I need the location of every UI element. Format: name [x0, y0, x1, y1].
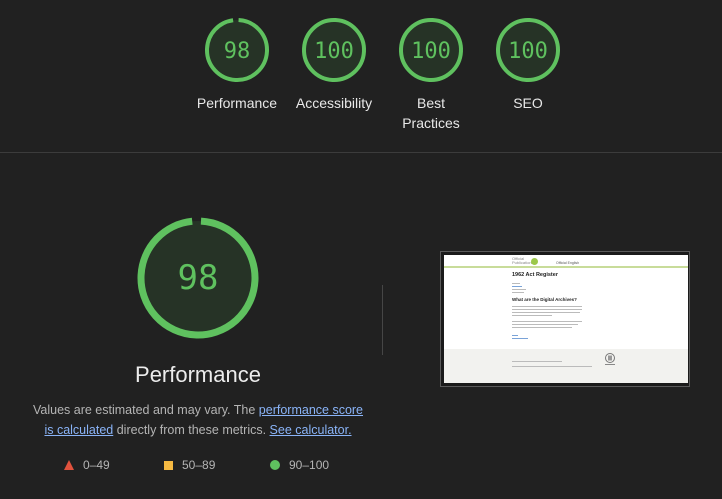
screenshot-text-line [512, 335, 518, 336]
screenshot-header-link: Official English [556, 261, 580, 265]
category-gauges: 98 Performance 100 Accessibility 100 Bes… [0, 0, 722, 152]
legend-range: 50–89 [182, 458, 216, 472]
gauge-score: 100 [508, 39, 548, 64]
gauge-ring: 100 [496, 17, 560, 82]
legend-item-average: 50–89 [164, 458, 215, 472]
gauge-seo[interactable]: 100 SEO [478, 17, 578, 113]
screenshot-logo-text: Official Publications [512, 256, 534, 265]
gauge-label: Best Practices [402, 95, 460, 131]
screenshot-logo-icon [531, 258, 538, 265]
final-screenshot[interactable]: Official Publications Official English 1… [444, 255, 688, 383]
screenshot-text-line [512, 312, 580, 313]
screenshot-text-line [512, 327, 572, 328]
green-circle-icon [270, 460, 280, 470]
gauge-performance[interactable]: 98 Performance [187, 17, 287, 113]
screenshot-text-line [512, 292, 524, 293]
performance-gauge-ring: 98 [137, 217, 259, 339]
gauge-best-practices[interactable]: 100 Best Practices [381, 17, 481, 133]
screenshot-text-line [512, 289, 526, 290]
gauge-label: Performance [196, 95, 278, 111]
score-legend: 0–49 50–89 90–100 [60, 458, 360, 474]
performance-title: Performance [135, 362, 261, 387]
screenshot-subheading: What are the Digital Archives? [512, 297, 577, 302]
screenshot-text-line [512, 309, 582, 310]
screenshot-footer-line [512, 361, 562, 362]
screenshot-footer-line [512, 366, 592, 367]
description-text: directly from these metrics. [113, 423, 270, 437]
gauge-score: 100 [411, 39, 451, 64]
legend-item-fail: 0–49 [64, 458, 110, 472]
screenshot-text-line [512, 324, 578, 325]
gauge-ring: 100 [302, 17, 366, 82]
orange-square-icon [164, 460, 173, 470]
screenshot-footer [444, 349, 688, 383]
legend-item-pass: 90–100 [270, 458, 329, 472]
gauge-score: 100 [314, 39, 354, 64]
legend-range: 90–100 [289, 458, 330, 472]
description-text: Values are estimated and may vary. The [32, 403, 259, 417]
vertical-divider [382, 285, 383, 355]
section-divider [0, 152, 722, 153]
red-triangle-icon [64, 460, 74, 470]
gauge-ring: 100 [399, 17, 463, 82]
screenshot-heading: 1962 Act Register [512, 272, 558, 278]
screenshot-text-line [512, 321, 582, 322]
gauge-accessibility[interactable]: 100 Accessibility [284, 17, 384, 113]
screenshot-text-line [512, 306, 582, 307]
gauge-label: SEO [513, 95, 543, 111]
performance-description: Values are estimated and may vary. The p… [30, 400, 366, 440]
crest-icon [605, 353, 615, 365]
performance-score: 98 [178, 258, 219, 298]
screenshot-text-line [512, 315, 552, 316]
performance-gauge: 98 [136, 216, 260, 340]
legend-range: 0–49 [83, 458, 110, 472]
gauge-ring: 98 [205, 17, 269, 82]
see-calculator-link[interactable]: See calculator. [270, 423, 352, 437]
gauge-label: Accessibility [295, 95, 373, 111]
screenshot-text-line [512, 338, 528, 339]
screenshot-text-line [512, 286, 522, 287]
screenshot-header-line [444, 266, 688, 268]
gauge-score: 98 [224, 39, 251, 64]
screenshot-text-line [512, 283, 520, 284]
